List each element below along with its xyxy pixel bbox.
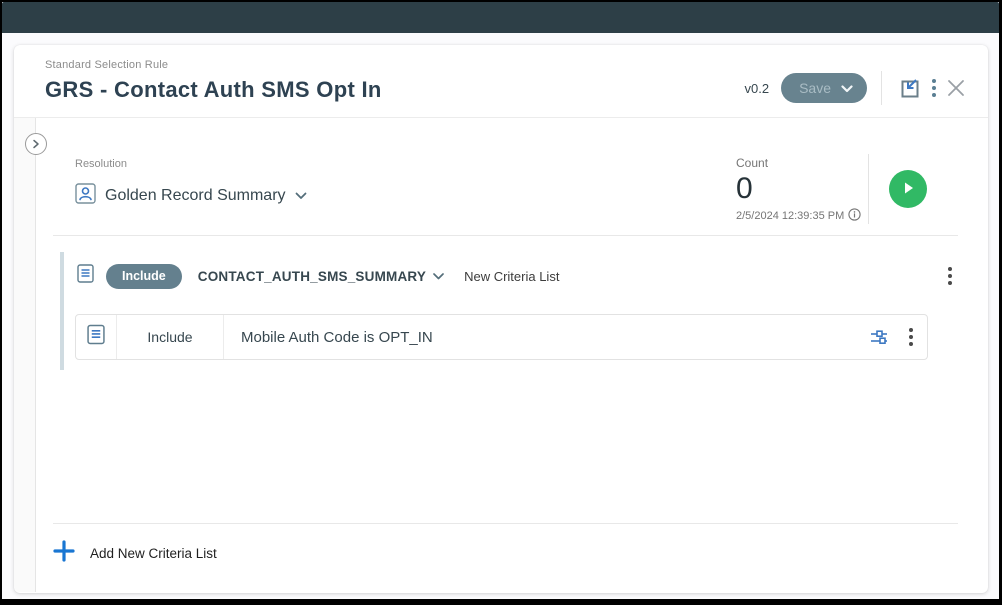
dialog-body: Resolution Golden Record Summary Count 0… — [14, 118, 988, 592]
play-icon — [900, 180, 916, 199]
person-badge-icon — [75, 183, 96, 209]
page-title: GRS - Contact Auth SMS Opt In — [45, 77, 382, 102]
filter-sliders-icon[interactable] — [865, 325, 893, 350]
criteria-list-menu-kebab-icon[interactable] — [942, 263, 958, 289]
resolution-value: Golden Record Summary — [105, 187, 286, 204]
section-divider — [53, 235, 958, 236]
document-lines-icon — [77, 264, 94, 288]
chevron-down-icon — [433, 267, 444, 285]
close-icon[interactable] — [942, 74, 970, 102]
include-toggle-badge[interactable]: Include — [106, 263, 182, 289]
add-new-criteria-list-label: Add New Criteria List — [90, 545, 217, 561]
save-button[interactable]: Save — [781, 73, 867, 103]
rule-type-label: Standard Selection Rule — [45, 59, 169, 71]
criteria-group-accent-bar — [60, 252, 64, 370]
count-value: 0 — [736, 172, 753, 205]
header-divider — [881, 71, 882, 105]
criteria-operator[interactable]: Include — [117, 315, 224, 359]
criteria-list-header: Include CONTACT_AUTH_SMS_SUMMARY New Cri… — [77, 258, 958, 294]
top-app-bar — [2, 2, 999, 33]
resolution-dropdown[interactable]: Golden Record Summary — [75, 180, 307, 212]
footer-divider — [53, 523, 958, 524]
expand-panel-button[interactable] — [25, 133, 47, 155]
criteria-row[interactable]: Include Mobile Auth Code is OPT_IN — [75, 314, 928, 360]
open-window-icon[interactable] — [896, 73, 926, 103]
criteria-row-actions — [865, 315, 927, 359]
chevron-down-icon — [841, 81, 853, 96]
document-lines-icon — [87, 324, 105, 350]
version-label: v0.2 — [744, 80, 770, 96]
plus-icon — [53, 539, 75, 567]
count-timestamp-text: 2/5/2024 12:39:35 PM — [736, 210, 845, 222]
info-icon[interactable] — [848, 208, 861, 224]
criteria-list-name[interactable]: New Criteria List — [464, 269, 559, 284]
collapsed-side-rail — [14, 118, 36, 592]
app-window: Standard Selection Rule GRS - Contact Au… — [0, 0, 1002, 605]
count-timestamp: 2/5/2024 12:39:35 PM — [736, 208, 866, 224]
count-label: Count — [736, 156, 769, 170]
count-block: Count 0 2/5/2024 12:39:35 PM — [736, 156, 866, 224]
title-block: Standard Selection Rule GRS - Contact Au… — [45, 57, 382, 103]
criteria-row-menu-kebab-icon[interactable] — [903, 324, 919, 350]
dialog-header: Standard Selection Rule GRS - Contact Au… — [14, 45, 988, 118]
dataset-name: CONTACT_AUTH_SMS_SUMMARY — [197, 268, 427, 284]
header-actions: v0.2 Save — [745, 71, 971, 105]
count-divider — [868, 154, 869, 224]
criteria-expression[interactable]: Mobile Auth Code is OPT_IN — [224, 315, 433, 359]
save-button-label: Save — [799, 80, 831, 96]
header-menu-kebab-icon[interactable] — [926, 75, 942, 101]
criteria-row-icon-cell — [76, 315, 117, 359]
run-count-button[interactable] — [889, 170, 927, 208]
selection-rule-dialog: Standard Selection Rule GRS - Contact Au… — [14, 45, 988, 593]
resolution-label: Resolution — [75, 158, 127, 170]
chevron-down-icon — [295, 187, 307, 205]
dataset-dropdown[interactable]: CONTACT_AUTH_SMS_SUMMARY — [198, 267, 444, 285]
add-new-criteria-list-button[interactable]: Add New Criteria List — [53, 538, 217, 568]
